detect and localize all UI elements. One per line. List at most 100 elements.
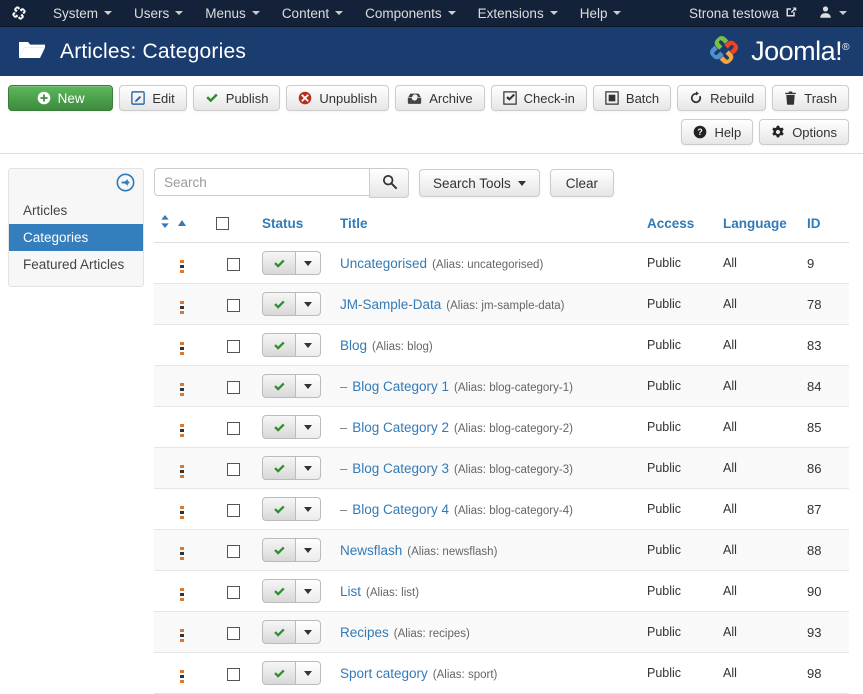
column-header-id[interactable]: ID bbox=[801, 211, 849, 243]
drag-handle-icon[interactable] bbox=[178, 627, 186, 644]
category-title-link[interactable]: Blog Category 1 bbox=[352, 379, 449, 394]
search-tools-button[interactable]: Search Tools bbox=[419, 169, 540, 197]
menu-item-users[interactable]: Users bbox=[123, 2, 194, 25]
row-checkbox[interactable] bbox=[226, 544, 240, 558]
trash-button[interactable]: Trash bbox=[772, 85, 849, 111]
drag-handle-icon[interactable] bbox=[178, 258, 186, 275]
publish-status-button[interactable] bbox=[262, 415, 296, 439]
user-menu-button[interactable] bbox=[809, 1, 853, 26]
menu-item-content[interactable]: Content bbox=[271, 2, 354, 25]
publish-status-button[interactable] bbox=[262, 333, 296, 357]
category-title-link[interactable]: Sport category bbox=[340, 666, 428, 681]
drag-handle-icon[interactable] bbox=[178, 381, 186, 398]
options-button[interactable]: Options bbox=[759, 119, 849, 145]
publish-status-button[interactable] bbox=[262, 661, 296, 685]
category-title-link[interactable]: Blog bbox=[340, 338, 367, 353]
row-checkbox[interactable] bbox=[226, 380, 240, 394]
drag-handle-icon[interactable] bbox=[178, 299, 186, 316]
row-checkbox[interactable] bbox=[226, 339, 240, 353]
help-button[interactable]: ? Help bbox=[681, 119, 754, 145]
menu-item-help[interactable]: Help bbox=[569, 2, 633, 25]
joomla-mark-icon[interactable] bbox=[8, 3, 30, 23]
publish-status-button[interactable] bbox=[262, 251, 296, 275]
menu-item-components[interactable]: Components bbox=[354, 2, 467, 25]
status-dropdown-button[interactable] bbox=[296, 415, 321, 439]
sidebar-item-categories[interactable]: Categories bbox=[9, 224, 143, 251]
column-header-access[interactable]: Access bbox=[641, 211, 717, 243]
row-checkbox[interactable] bbox=[226, 298, 240, 312]
row-checkbox[interactable] bbox=[226, 462, 240, 476]
sort-asc-icon[interactable] bbox=[177, 216, 187, 231]
archive-button[interactable]: Archive bbox=[395, 85, 485, 111]
status-dropdown-button[interactable] bbox=[296, 661, 321, 685]
main-panel: Search Tools Clear bbox=[154, 168, 849, 694]
status-dropdown-button[interactable] bbox=[296, 292, 321, 316]
search-submit-button[interactable] bbox=[369, 168, 409, 198]
status-dropdown-button[interactable] bbox=[296, 374, 321, 398]
batch-button[interactable]: Batch bbox=[592, 85, 672, 111]
menu-item-system[interactable]: System bbox=[42, 2, 123, 25]
clear-button[interactable]: Clear bbox=[549, 169, 615, 197]
category-title-link[interactable]: Newsflash bbox=[340, 543, 402, 558]
drag-handle-icon[interactable] bbox=[178, 463, 186, 480]
category-title-link[interactable]: JM-Sample-Data bbox=[340, 297, 441, 312]
column-header-title[interactable]: Title bbox=[334, 211, 641, 243]
status-dropdown-button[interactable] bbox=[296, 456, 321, 480]
category-title-link[interactable]: List bbox=[340, 584, 361, 599]
row-checkbox[interactable] bbox=[226, 503, 240, 517]
sidebar-item-articles[interactable]: Articles bbox=[9, 197, 143, 224]
row-checkbox[interactable] bbox=[226, 257, 240, 271]
row-ordering-cell bbox=[154, 530, 210, 571]
visit-site-link[interactable]: Strona testowa bbox=[681, 2, 805, 25]
publish-status-button[interactable] bbox=[262, 579, 296, 603]
sidebar-item-featured-articles[interactable]: Featured Articles bbox=[9, 251, 143, 278]
category-title-link[interactable]: Blog Category 2 bbox=[352, 420, 449, 435]
publish-status-button[interactable] bbox=[262, 456, 296, 480]
row-checkbox[interactable] bbox=[226, 667, 240, 681]
publish-status-button[interactable] bbox=[262, 374, 296, 398]
row-checkbox[interactable] bbox=[226, 585, 240, 599]
column-header-language[interactable]: Language bbox=[717, 211, 801, 243]
checkin-button[interactable]: Check-in bbox=[490, 85, 587, 111]
menu-item-menus[interactable]: Menus bbox=[194, 2, 271, 25]
edit-button[interactable]: Edit bbox=[119, 85, 187, 111]
drag-handle-icon[interactable] bbox=[178, 668, 186, 685]
drag-handle-icon[interactable] bbox=[178, 340, 186, 357]
joomla-logo: Joomla!® bbox=[704, 30, 849, 73]
unpublish-button[interactable]: Unpublish bbox=[286, 85, 390, 111]
column-header-ordering[interactable] bbox=[154, 211, 210, 243]
status-dropdown-button[interactable] bbox=[296, 538, 321, 562]
sidebar-collapse-button[interactable] bbox=[9, 169, 143, 197]
rebuild-button[interactable]: Rebuild bbox=[677, 85, 767, 111]
drag-handle-icon[interactable] bbox=[178, 586, 186, 603]
category-title-link[interactable]: Uncategorised bbox=[340, 256, 427, 271]
status-dropdown-button[interactable] bbox=[296, 579, 321, 603]
publish-status-button[interactable] bbox=[262, 497, 296, 521]
publish-status-button[interactable] bbox=[262, 292, 296, 316]
publish-status-button[interactable] bbox=[262, 620, 296, 644]
select-all-checkbox[interactable] bbox=[216, 217, 229, 231]
gear-icon bbox=[771, 125, 785, 139]
publish-status-button[interactable] bbox=[262, 538, 296, 562]
drag-handle-icon[interactable] bbox=[178, 545, 186, 562]
drag-handle-icon[interactable] bbox=[178, 422, 186, 439]
category-title-link[interactable]: Blog Category 4 bbox=[352, 502, 449, 517]
status-dropdown-button[interactable] bbox=[296, 620, 321, 644]
row-checkbox[interactable] bbox=[226, 421, 240, 435]
status-dropdown-button[interactable] bbox=[296, 333, 321, 357]
drag-handle-icon[interactable] bbox=[178, 504, 186, 521]
category-title-link[interactable]: Blog Category 3 bbox=[352, 461, 449, 476]
publish-button[interactable]: Publish bbox=[192, 85, 281, 111]
row-checkbox[interactable] bbox=[226, 626, 240, 640]
menu-item-extensions[interactable]: Extensions bbox=[467, 2, 569, 25]
column-header-checkbox[interactable] bbox=[210, 211, 256, 243]
status-dropdown-button[interactable] bbox=[296, 497, 321, 521]
search-input[interactable] bbox=[154, 168, 369, 196]
column-header-status[interactable]: Status bbox=[256, 211, 334, 243]
category-alias: (Alias: newsflash) bbox=[407, 545, 498, 558]
sort-icon[interactable] bbox=[160, 215, 170, 231]
table-row: Recipes (Alias: recipes) Public All 93 bbox=[154, 611, 849, 653]
category-title-link[interactable]: Recipes bbox=[340, 625, 389, 640]
status-dropdown-button[interactable] bbox=[296, 251, 321, 275]
new-button[interactable]: New bbox=[8, 85, 114, 111]
